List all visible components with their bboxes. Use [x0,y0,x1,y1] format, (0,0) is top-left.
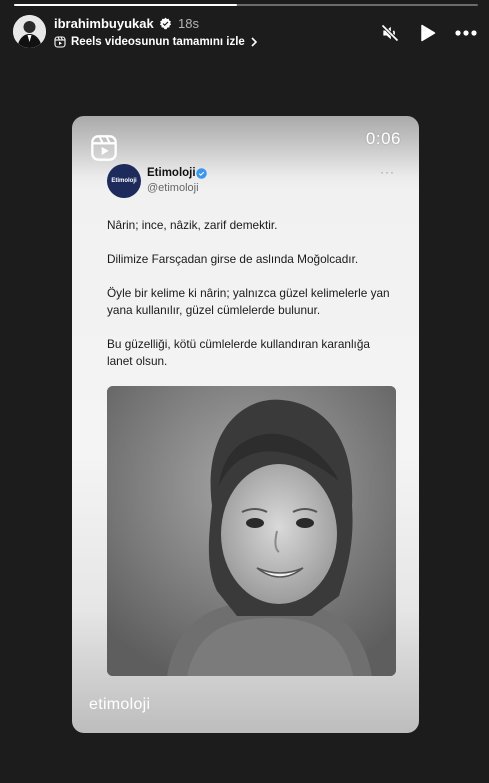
reel-link[interactable]: Reels videosunun tamamını izle [54,36,258,48]
story-progress-fill [14,4,237,6]
tweet-author-name: Etimoloji [147,167,196,179]
tweet-photo [107,386,396,676]
play-button[interactable] [417,23,439,43]
reel-watermark: etimoloji [89,696,151,713]
tweet-author-handle: @etimoloji [147,182,199,194]
time-ago: 18s [178,16,199,31]
muted-speaker-icon [381,24,399,42]
reels-icon [91,135,117,161]
tweet-more-icon: ··· [380,165,395,179]
tweet-avatar: Etimoloji [107,164,141,198]
story-header: ibrahimbuyukak 18s Reels videosunun tama… [13,15,477,55]
reels-icon [54,36,66,48]
tweet-paragraph: Dilimize Farsçadan girse de aslında Moğo… [107,252,359,266]
more-options-button[interactable] [455,23,477,43]
play-icon [421,24,436,42]
tweet-paragraph: Nârin; ince, nâzik, zarif demektir. [107,218,278,232]
reel-card[interactable]: 0:06 Etimoloji Etimoloji @etimoloji ··· … [72,116,419,733]
tweet-paragraph: Öyle bir kelime ki nârin; yalnızca güzel… [107,286,390,317]
tweet-avatar-text: Etimoloji [111,178,137,184]
story-progress-bar [14,4,478,6]
video-timer: 0:06 [365,129,401,148]
chevron-right-icon [251,37,257,47]
story-actions [379,23,477,43]
verified-badge-icon [159,17,172,30]
reel-link-label: Reels videosunun tamamını izle [71,36,245,48]
more-icon [455,30,477,36]
mute-button[interactable] [379,23,401,43]
tweet-paragraph: Bu güzelliği, kötü cümlelerde kullandıra… [107,337,370,368]
tweet-verified-icon [196,168,207,179]
username[interactable]: ibrahimbuyukak [54,16,154,31]
avatar[interactable] [13,15,46,48]
